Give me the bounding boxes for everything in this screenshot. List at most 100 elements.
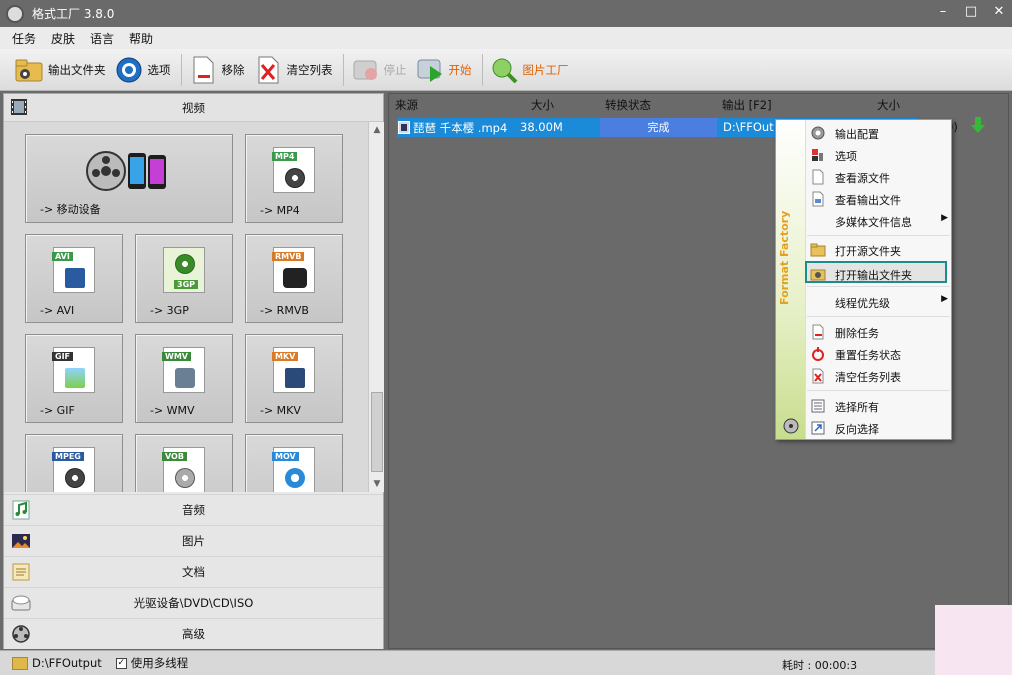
tile-avi[interactable]: AVI -> AVI [25,234,123,323]
scroll-up-icon[interactable]: ▲ [369,122,385,138]
category-advanced[interactable]: 高级 [4,618,383,649]
tile-vob[interactable]: VOB [135,434,233,492]
tile-mov[interactable]: MOV [245,434,343,492]
video-section-header[interactable]: 视频 [4,94,383,122]
multithread-checkbox[interactable]: ✓ [115,657,127,669]
tile-mp4[interactable]: MP4 -> MP4 [245,134,343,223]
tile-mobile-device[interactable]: -> 移动设备 [25,134,233,223]
wmv-file-icon: WMV [162,347,205,393]
brand-logo-icon [783,418,799,434]
menu-reset-status[interactable]: 重置任务状态 [807,343,951,365]
picture-icon [12,534,30,548]
menu-media-info[interactable]: 多媒体文件信息 ▶ [807,210,951,232]
maximize-icon[interactable]: □ [964,4,978,19]
remove-document-icon [188,55,218,85]
stop-button[interactable]: 停止 [350,53,407,87]
column-status[interactable]: 转换状态 [605,97,651,113]
output-path[interactable]: D:\FFOutput [32,656,102,670]
menu-task[interactable]: 任务 [12,30,36,47]
menu-separator [807,390,950,391]
advanced-reel-icon [12,625,30,643]
category-list: 音频 图片 文档 光驱设备\DVD\CD\ISO 高级 [4,494,383,649]
download-arrow-icon[interactable] [971,116,985,134]
minimize-icon[interactable]: – [936,4,950,19]
video-grid-scrollbar[interactable]: ▲ ▼ [368,122,384,492]
task-output: D:\FFOut [723,120,774,134]
context-menu-brand-strip: Format Factory [776,120,806,439]
picture-factory-button[interactable]: 图片工厂 [489,53,569,87]
close-icon[interactable]: ✕ [992,4,1006,19]
reset-icon [812,347,824,361]
folder-icon [14,55,44,85]
menu-select-all[interactable]: 选择所有 [807,395,951,417]
delete-task-icon [812,324,824,340]
menu-help[interactable]: 帮助 [129,30,153,47]
window-title: 格式工厂 3.8.0 [32,7,115,21]
category-audio[interactable]: 音频 [4,494,383,525]
select-all-icon [811,399,825,413]
gif-file-icon: GIF [52,347,95,393]
options-button[interactable]: 选项 [114,53,171,87]
menu-view-output[interactable]: 查看输出文件 [807,188,951,210]
output-folder-button[interactable]: 输出文件夹 [14,53,106,87]
start-button[interactable]: 开始 [415,53,472,87]
app-logo-icon [6,4,24,23]
tile-mpeg[interactable]: MPEG [25,434,123,492]
scrollbar-thumb[interactable] [371,392,383,472]
document-icon [12,563,30,581]
rmvb-file-icon: RMVB [272,247,315,293]
column-source[interactable]: 来源 [395,97,418,113]
menu-skin[interactable]: 皮肤 [51,30,75,47]
scroll-down-icon[interactable]: ▼ [369,476,385,492]
menu-view-source[interactable]: 查看源文件 [807,166,951,188]
tile-wmv[interactable]: WMV -> WMV [135,334,233,423]
mobile-device-icon [86,151,166,191]
tile-mkv[interactable]: MKV -> MKV [245,334,343,423]
menu-invert-selection[interactable]: 反向选择 [807,417,951,439]
multithread-label: 使用多线程 [130,656,189,670]
menu-options[interactable]: 选项 [807,144,951,166]
title-bar: 格式工厂 3.8.0 – □ ✕ [0,0,1012,27]
output-folder-icon [810,269,826,281]
window-controls: – □ ✕ [936,4,1006,19]
status-bar: D:\FFOutput ✓ 使用多线程 耗时 : 00:00:3 [0,650,1012,675]
corner-watermark [935,605,1012,675]
output-folder-icon[interactable] [12,656,28,670]
context-menu: Format Factory 输出配置 选项 查看源文件 查看输出文件 多媒体文… [775,119,952,440]
category-optical-drive[interactable]: 光驱设备\DVD\CD\ISO [4,587,383,618]
stop-icon [350,55,380,85]
menu-bar: 任务 皮肤 语言 帮助 [0,27,1012,49]
menu-output-settings[interactable]: 输出配置 [807,122,951,144]
category-document[interactable]: 文档 [4,556,383,587]
output-file-icon [812,191,824,207]
submenu-arrow-icon: ▶ [941,294,948,304]
menu-open-output-folder[interactable]: 打开输出文件夹 [805,261,947,283]
clear-list-button[interactable]: 清空列表 [253,53,333,87]
task-source: 琵琶 千本樱 .mp4 [413,121,508,135]
category-panel: 视频 -> 移动设备 MP4 -> MP4 AVI -> AVI 3GP -> … [3,93,384,649]
column-output-size[interactable]: 大小 [877,97,900,113]
menu-open-source-folder[interactable]: 打开源文件夹 [807,239,951,261]
menu-thread-priority[interactable]: 线程优先级 ▶ [807,291,951,313]
elapsed-time: 耗时 : 00:00:3 [782,659,858,672]
menu-clear-task-list[interactable]: 清空任务列表 [807,365,951,387]
category-picture[interactable]: 图片 [4,525,383,556]
mkv-file-icon: MKV [272,347,315,393]
start-play-icon [415,55,445,85]
tile-3gp[interactable]: 3GP -> 3GP [135,234,233,323]
menu-separator [807,286,950,287]
column-output[interactable]: 输出 [F2] [722,97,772,113]
toolbar-separator [180,53,182,86]
menu-delete-task[interactable]: 删除任务 [807,321,951,343]
optical-drive-icon [11,595,31,611]
task-size: 38.00M [520,120,563,134]
column-size[interactable]: 大小 [531,97,554,113]
options-gear-icon [114,55,144,85]
menu-language[interactable]: 语言 [90,30,114,47]
remove-button[interactable]: 移除 [188,53,245,87]
vob-file-icon: VOB [162,447,205,492]
tile-rmvb[interactable]: RMVB -> RMVB [245,234,343,323]
toolbar-separator [342,53,344,86]
options-icon [812,149,823,161]
tile-gif[interactable]: GIF -> GIF [25,334,123,423]
